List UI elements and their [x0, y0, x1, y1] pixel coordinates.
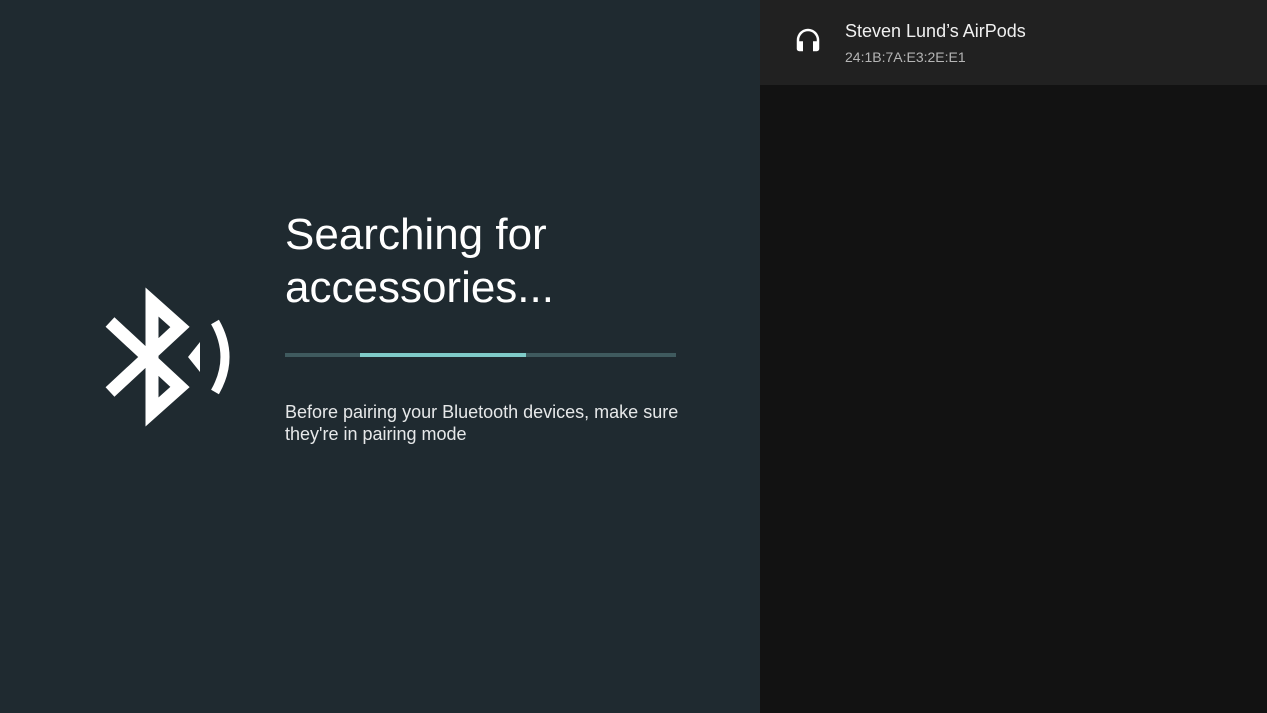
title-line-1: Searching for [285, 210, 547, 259]
device-list-item[interactable]: Steven Lund’s AirPods 24:1B:7A:E3:2E:E1 [760, 0, 1267, 85]
headphones-icon [793, 25, 823, 55]
page-title: Searching for accessories... [285, 208, 554, 314]
device-address: 24:1B:7A:E3:2E:E1 [845, 49, 966, 65]
device-list: Steven Lund’s AirPods 24:1B:7A:E3:2E:E1 [760, 0, 1267, 713]
bluetooth-searching-icon [100, 282, 240, 432]
search-panel: Searching for accessories... Before pair… [0, 0, 760, 713]
search-progress-bar [285, 353, 676, 357]
progress-indicator [360, 353, 526, 357]
device-name: Steven Lund’s AirPods [845, 21, 1026, 42]
pairing-instructions: Before pairing your Bluetooth devices, m… [285, 401, 705, 445]
title-line-2: accessories... [285, 263, 554, 312]
